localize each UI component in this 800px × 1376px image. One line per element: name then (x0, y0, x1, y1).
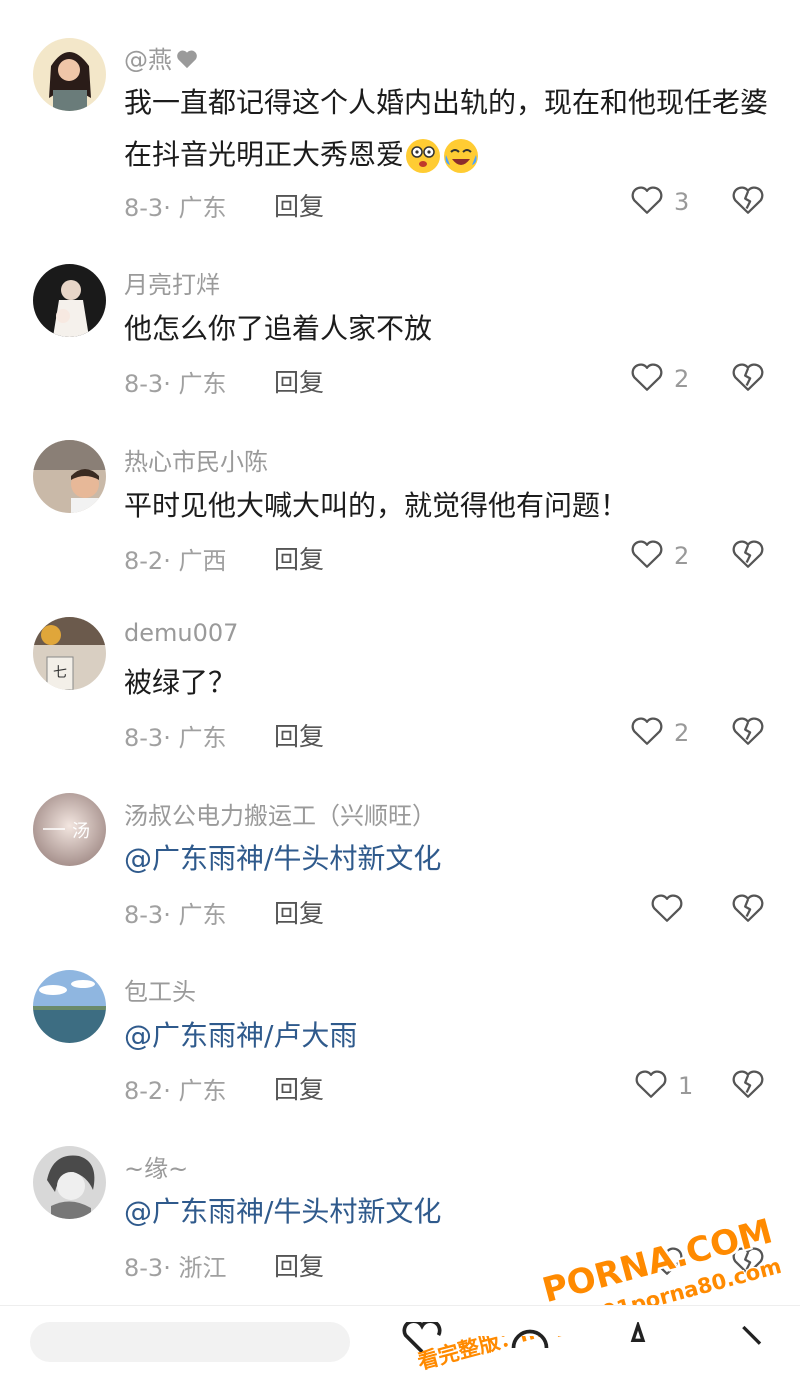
reply-button[interactable]: 回复 (274, 540, 324, 576)
like-count: 2 (674, 365, 690, 393)
broken-heart-icon (731, 717, 765, 751)
broken-heart-icon (731, 894, 765, 928)
heart-outline-icon (630, 361, 664, 397)
comment-meta: 8-3· 广东 (124, 194, 227, 222)
mention-link[interactable]: @广东雨神/卢大雨 (124, 1010, 774, 1062)
like-count: 2 (674, 542, 690, 570)
avatar[interactable] (33, 1146, 106, 1219)
reply-button[interactable]: 回复 (274, 894, 324, 930)
avatar[interactable] (33, 440, 106, 513)
svg-text:七: 七 (53, 665, 67, 681)
avatar[interactable] (33, 38, 106, 111)
share-icon[interactable] (730, 1322, 770, 1356)
comment-meta: 8-3· 广东 (124, 901, 227, 929)
heart-outline-icon (630, 715, 664, 751)
star-icon[interactable] (618, 1320, 658, 1356)
comment-text: 他怎么你了追着人家不放 (124, 312, 433, 345)
dislike-button[interactable] (731, 1068, 765, 1104)
comment-icon[interactable] (508, 1322, 552, 1356)
username[interactable]: demu007 (124, 619, 238, 647)
avatar[interactable]: 汤 (33, 793, 106, 866)
broken-heart-icon (731, 1247, 765, 1281)
like-button[interactable]: 3 (630, 184, 689, 220)
laughing-crying-emoji-icon (442, 137, 480, 175)
heart-outline-icon (630, 538, 664, 574)
heart-outline-icon (650, 1245, 684, 1281)
dislike-button[interactable] (731, 538, 765, 574)
reply-button[interactable]: 回复 (274, 1070, 324, 1106)
avatar[interactable] (33, 970, 106, 1043)
avatar[interactable]: 七 (33, 617, 106, 690)
comment-meta: 8-2· 广西 (124, 547, 227, 575)
username[interactable]: 月亮打烊 (124, 265, 220, 300)
like-button[interactable]: 2 (630, 361, 689, 397)
heart-outline-icon (650, 892, 684, 928)
reply-button[interactable]: 回复 (274, 1247, 324, 1283)
dislike-button[interactable] (731, 892, 765, 928)
mention-link[interactable]: @广东雨神/牛头村新文化 (124, 833, 774, 885)
comment-text: 被绿了？ (124, 666, 237, 699)
bottom-input-bar (0, 1305, 800, 1362)
comment-meta: 8-3· 浙江 (124, 1254, 227, 1282)
heart-outline-icon (634, 1068, 668, 1104)
comment-text: 我一直都记得这个人婚内出轨的，现在和他现任老婆在抖音光明正大秀恩爱 (124, 77, 774, 181)
broken-heart-icon (731, 540, 765, 574)
like-button[interactable] (650, 1245, 684, 1281)
reply-button[interactable]: 回复 (274, 717, 324, 753)
reply-button[interactable]: 回复 (274, 187, 324, 223)
mention-link[interactable]: @广东雨神/牛头村新文化 (124, 1186, 774, 1238)
like-button[interactable]: 2 (630, 715, 689, 751)
broken-heart-icon (731, 363, 765, 397)
like-count: 3 (674, 188, 690, 216)
username[interactable]: @燕 (124, 46, 172, 74)
dislike-button[interactable] (731, 184, 765, 220)
comment-input[interactable] (30, 1322, 350, 1362)
shocked-emoji-icon (404, 137, 442, 175)
reply-button[interactable]: 回复 (274, 363, 324, 399)
username[interactable]: 包工头 (124, 972, 196, 1007)
like-button[interactable]: 2 (630, 538, 689, 574)
like-button[interactable] (650, 892, 684, 928)
dislike-button[interactable] (731, 1245, 765, 1281)
comment-meta: 8-3· 广东 (124, 724, 227, 752)
broken-heart-icon (731, 186, 765, 220)
dislike-button[interactable] (731, 715, 765, 751)
username[interactable]: 热心市民小陈 (124, 442, 268, 477)
heart-outline-icon (630, 184, 664, 220)
broken-heart-icon (731, 1070, 765, 1104)
comment-meta: 8-2· 广东 (124, 1077, 227, 1105)
like-count: 1 (678, 1072, 694, 1100)
dislike-button[interactable] (731, 361, 765, 397)
username[interactable]: ~缘~ (124, 1149, 188, 1184)
comment-meta: 8-3· 广东 (124, 370, 227, 398)
like-button[interactable]: 1 (634, 1068, 693, 1104)
gray-heart-icon (176, 47, 198, 75)
username[interactable]: 汤叔公电力搬运工（兴顺旺） (124, 796, 436, 831)
like-count: 2 (674, 719, 690, 747)
heart-icon[interactable] (400, 1319, 444, 1356)
svg-text:汤: 汤 (72, 821, 90, 842)
avatar[interactable] (33, 264, 106, 337)
comment-text: 平时见他大喊大叫的，就觉得他有问题！ (124, 489, 629, 522)
